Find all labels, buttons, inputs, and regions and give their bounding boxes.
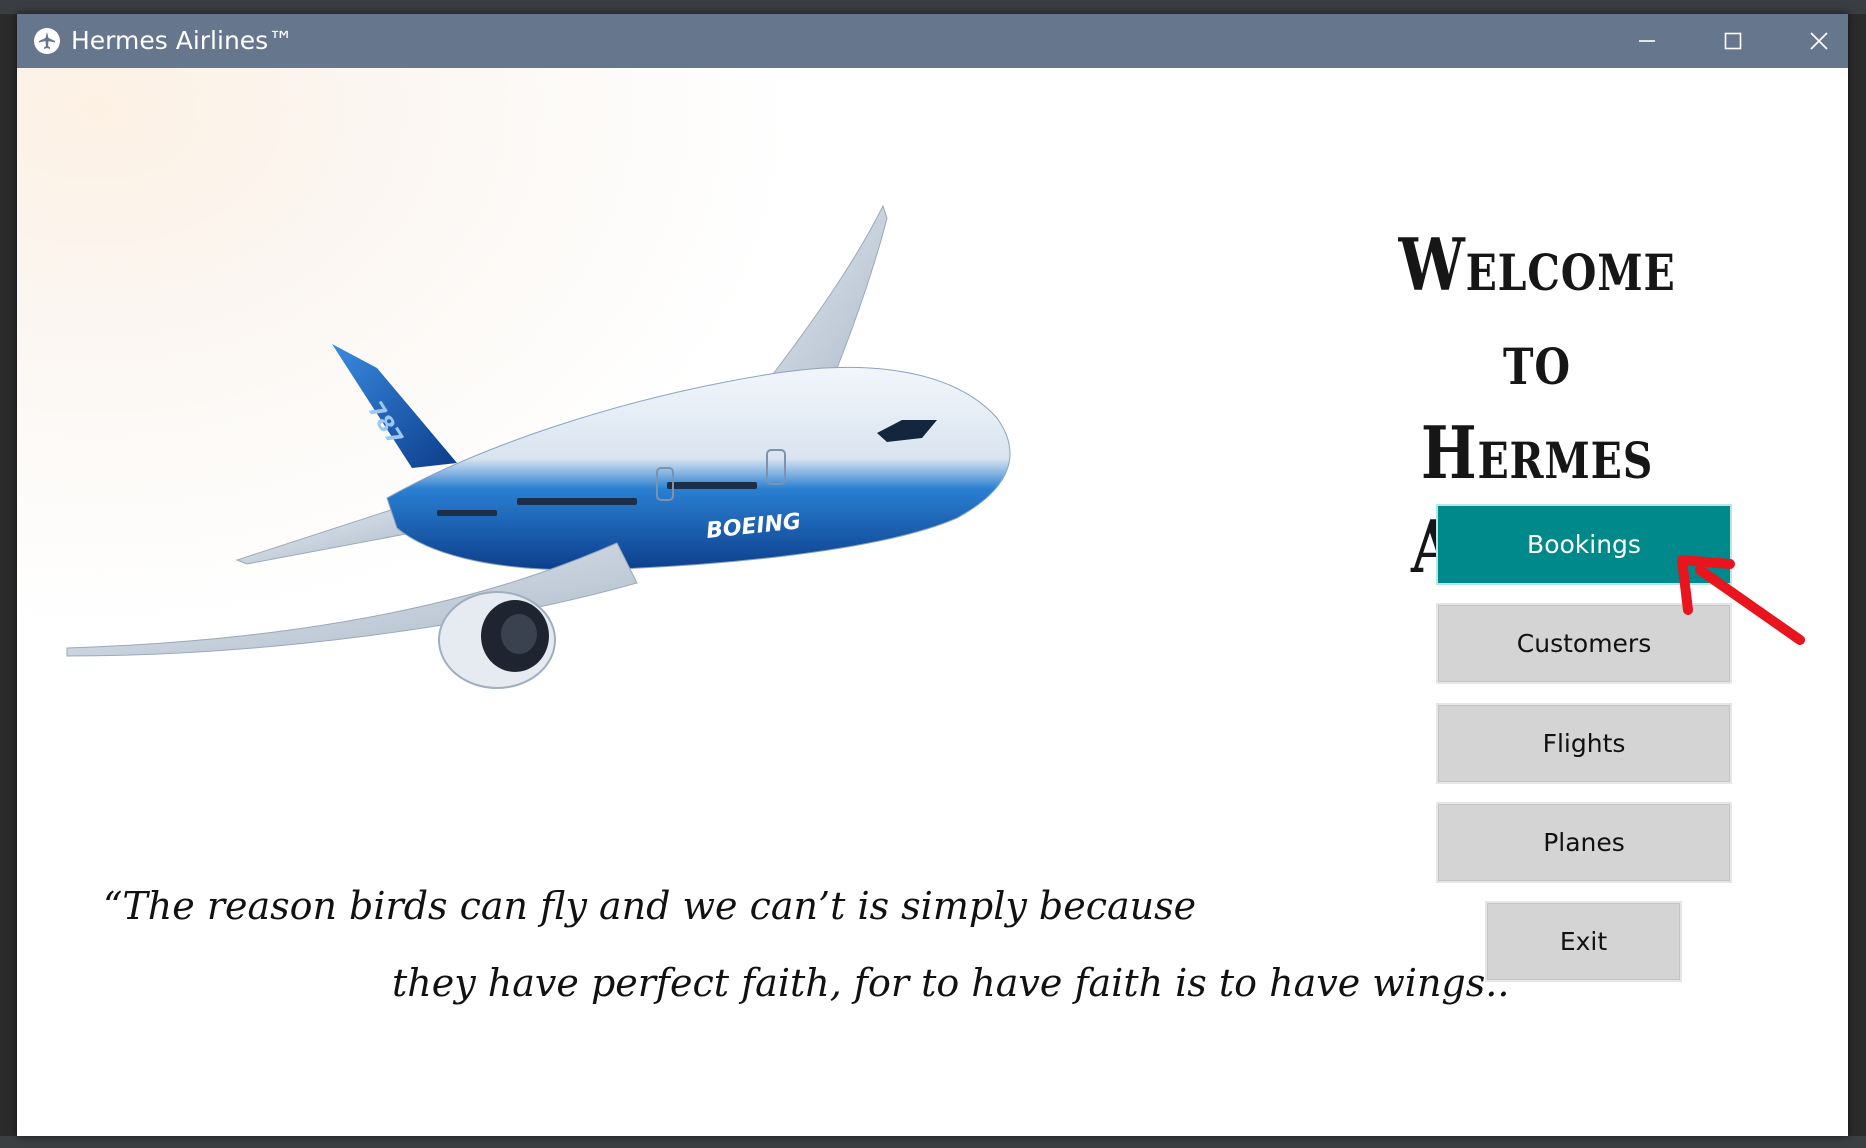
airplane-icon bbox=[34, 28, 60, 54]
title-bar[interactable]: Hermes Airlines™ bbox=[17, 14, 1848, 68]
minimize-button[interactable] bbox=[1604, 14, 1690, 68]
airplane-image: BOEING 787 bbox=[66, 204, 1011, 689]
close-button[interactable] bbox=[1776, 14, 1848, 68]
quote-line-2: they have perfect faith, for to have fai… bbox=[392, 961, 1529, 1005]
background-ide-strip bbox=[0, 0, 1866, 14]
maximize-button[interactable] bbox=[1690, 14, 1776, 68]
exit-button[interactable]: Exit bbox=[1485, 901, 1682, 982]
annotation-arrow-icon bbox=[1677, 555, 1805, 645]
background-ide-gutter bbox=[0, 14, 18, 1148]
background-ide-statusbar bbox=[0, 1136, 1866, 1148]
close-icon bbox=[1810, 32, 1828, 50]
flights-button[interactable]: Flights bbox=[1436, 703, 1732, 784]
minimize-icon bbox=[1639, 40, 1655, 42]
planes-button[interactable]: Planes bbox=[1436, 802, 1732, 883]
welcome-line-2: to bbox=[1503, 316, 1571, 401]
quote-line-1: “The reason birds can fly and we can’t i… bbox=[103, 884, 1197, 928]
welcome-line-1: Welcome bbox=[1398, 222, 1676, 307]
window-title: Hermes Airlines™ bbox=[71, 26, 294, 55]
maximize-icon bbox=[1724, 32, 1742, 50]
